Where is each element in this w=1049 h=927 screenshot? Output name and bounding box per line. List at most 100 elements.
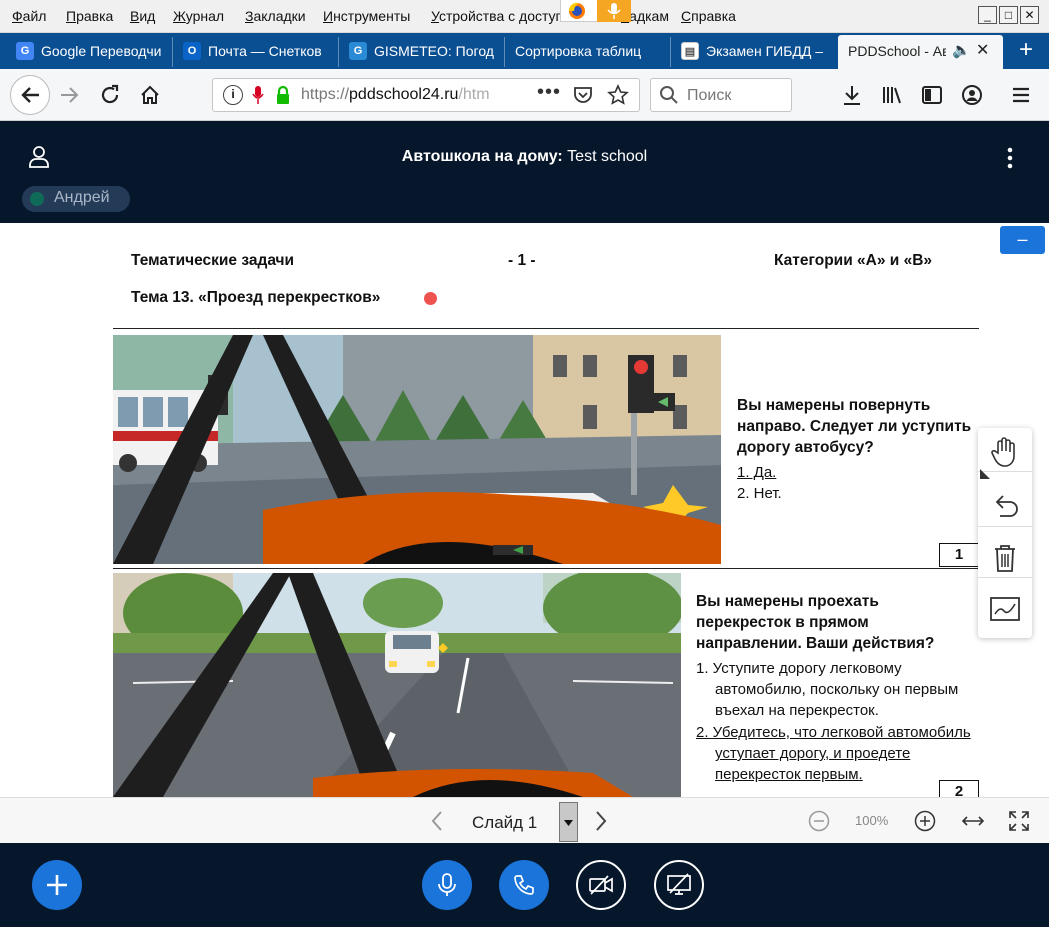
question-1-number: 1 — [939, 543, 979, 567]
tab-pddschool[interactable]: PDDSchool - Ав 🔈 ✕ — [838, 35, 1003, 69]
menu-bookmarks[interactable]: Закладки — [245, 8, 306, 24]
url-scheme: https:// — [301, 86, 350, 103]
clear-all-button[interactable] — [978, 538, 1032, 578]
multi-user-whiteboard-button[interactable] — [978, 589, 1032, 629]
microphone-icon — [438, 873, 456, 896]
share-webcam-button[interactable] — [576, 860, 626, 910]
slide-right-header: Категории «А» и «В» — [774, 252, 933, 269]
collapse-presentation-button[interactable]: – — [1000, 226, 1045, 254]
action-bar — [0, 843, 1049, 927]
meeting-title: Автошкола на дому: Test school — [0, 148, 1049, 166]
menu-view[interactable]: Вид — [130, 8, 155, 24]
close-window-button[interactable]: ✕ — [1020, 6, 1039, 24]
tab-google-translate[interactable]: G Google Переводчи — [6, 37, 166, 67]
slide-page-marker: - 1 - — [508, 252, 536, 269]
library-button[interactable] — [876, 79, 908, 111]
page-actions-icon[interactable]: ••• — [537, 81, 561, 104]
talking-indicator[interactable]: Андрей — [22, 186, 130, 212]
question-2-answer-1: 1. Уступите дорогу легковому автомобилю,… — [696, 660, 959, 719]
menu-tools[interactable]: Инструменты — [323, 8, 410, 24]
menu-history[interactable]: Журнал — [173, 8, 224, 24]
leave-audio-button[interactable] — [499, 860, 549, 910]
fit-to-width-button[interactable] — [961, 812, 985, 833]
info-icon[interactable]: i — [223, 85, 243, 105]
home-button[interactable] — [134, 79, 166, 111]
downloads-button[interactable] — [836, 79, 868, 111]
fullscreen-button[interactable] — [1008, 810, 1030, 835]
previous-slide-button[interactable] — [430, 810, 444, 835]
menu-bar: Файл Правка Вид Журнал Закладки Инструме… — [0, 0, 1049, 33]
meeting-title-rest: Test school — [562, 148, 648, 165]
menu-file[interactable]: Файл — [12, 8, 46, 24]
sidebar-icon — [922, 86, 942, 104]
phone-icon — [514, 875, 534, 895]
url-text: https://pddschool24.ru/htm — [301, 86, 490, 104]
pocket-icon[interactable] — [573, 85, 593, 108]
slide-topic: Тема 13. «Проезд перекрестков» — [131, 289, 381, 306]
navigation-bar: i https://pddschool24.ru/htm ••• Поиск — [0, 69, 1049, 121]
question-2-answer-2: 2. Убедитесь, что легковой автомобиль ус… — [696, 724, 971, 783]
question-2-image — [113, 573, 681, 797]
reload-icon — [101, 84, 119, 104]
forward-button[interactable] — [54, 79, 86, 111]
hand-tool-button[interactable] — [978, 432, 1032, 472]
tab-mail[interactable]: O Почта — Снетков — [172, 37, 332, 67]
url-bar[interactable]: i https://pddschool24.ru/htm ••• — [212, 78, 640, 112]
fit-width-icon — [961, 816, 985, 826]
question-2-text: Вы намерены проехать перекресток в прямо… — [696, 593, 935, 652]
tab-gismeteo[interactable]: G GISMETEO: Погод — [338, 37, 498, 67]
question-2-number: 2 — [939, 780, 979, 797]
zoom-out-button[interactable] — [808, 810, 830, 835]
minimize-button[interactable]: _ — [978, 6, 997, 24]
actions-button[interactable] — [32, 860, 82, 910]
question-1-image — [113, 335, 721, 564]
menu-edit[interactable]: Правка — [66, 8, 113, 24]
zoom-in-icon — [914, 810, 936, 832]
search-placeholder: Поиск — [687, 87, 732, 104]
tab-label: Экзамен ГИБДД – — [706, 43, 824, 59]
tab-table-sort[interactable]: Сортировка таблиц — [504, 37, 664, 67]
library-icon — [883, 87, 901, 104]
url-host: pddschool24.ru — [349, 86, 459, 103]
whiteboard-icon — [990, 597, 1020, 621]
new-tab-button[interactable]: + — [1012, 37, 1040, 65]
zoom-level[interactable]: 100% — [855, 813, 888, 828]
back-button[interactable] — [10, 75, 50, 115]
app-header: Автошкола на дому: Test school Андрей — [0, 121, 1049, 223]
undo-button[interactable] — [978, 487, 1032, 527]
microphone-icon — [597, 0, 631, 22]
search-icon — [659, 85, 679, 108]
tab-bar: G Google Переводчи O Почта — Снетков G GISM… — [0, 33, 1049, 69]
account-button[interactable] — [956, 79, 988, 111]
options-button[interactable] — [1000, 147, 1020, 169]
slide-select-value: Слайд 1 — [472, 813, 538, 832]
next-slide-button[interactable] — [594, 810, 608, 835]
hand-icon — [991, 436, 1015, 467]
google-translate-icon: G — [16, 42, 34, 61]
question-1-text: Вы намерены повернуть направо. Следует л… — [737, 397, 972, 456]
mute-button[interactable] — [422, 860, 472, 910]
audio-icon[interactable]: 🔈 — [952, 35, 971, 67]
fullscreen-icon — [1009, 811, 1029, 831]
menu-devices[interactable]: Устройства с доступом к — [431, 8, 561, 24]
close-tab-icon[interactable]: ✕ — [976, 35, 989, 67]
zoom-in-button[interactable] — [914, 810, 936, 835]
menu-button[interactable] — [1005, 79, 1037, 111]
presenter-pointer — [424, 292, 437, 305]
reload-button[interactable] — [94, 79, 126, 111]
search-bar[interactable]: Поиск — [650, 78, 792, 112]
trash-icon — [995, 544, 1015, 572]
maximize-button[interactable]: □ — [999, 6, 1018, 24]
menu-help[interactable]: Справка — [681, 8, 736, 24]
url-path: /htm — [458, 86, 490, 103]
slide-select[interactable]: Слайд 1 — [462, 802, 578, 842]
sidebar-button[interactable] — [916, 79, 948, 111]
tab-exam[interactable]: ▤ Экзамен ГИБДД – — [670, 37, 830, 67]
question-1-answer-2: 2. Нет. — [737, 485, 782, 502]
share-screen-button[interactable] — [654, 860, 704, 910]
tab-label: PDDSchool - Ав — [848, 43, 946, 59]
microphone-indicator-icon[interactable] — [251, 85, 265, 110]
bookmark-star-icon[interactable] — [607, 84, 629, 109]
undo-icon — [995, 494, 1018, 517]
sharing-indicator[interactable] — [560, 0, 631, 22]
